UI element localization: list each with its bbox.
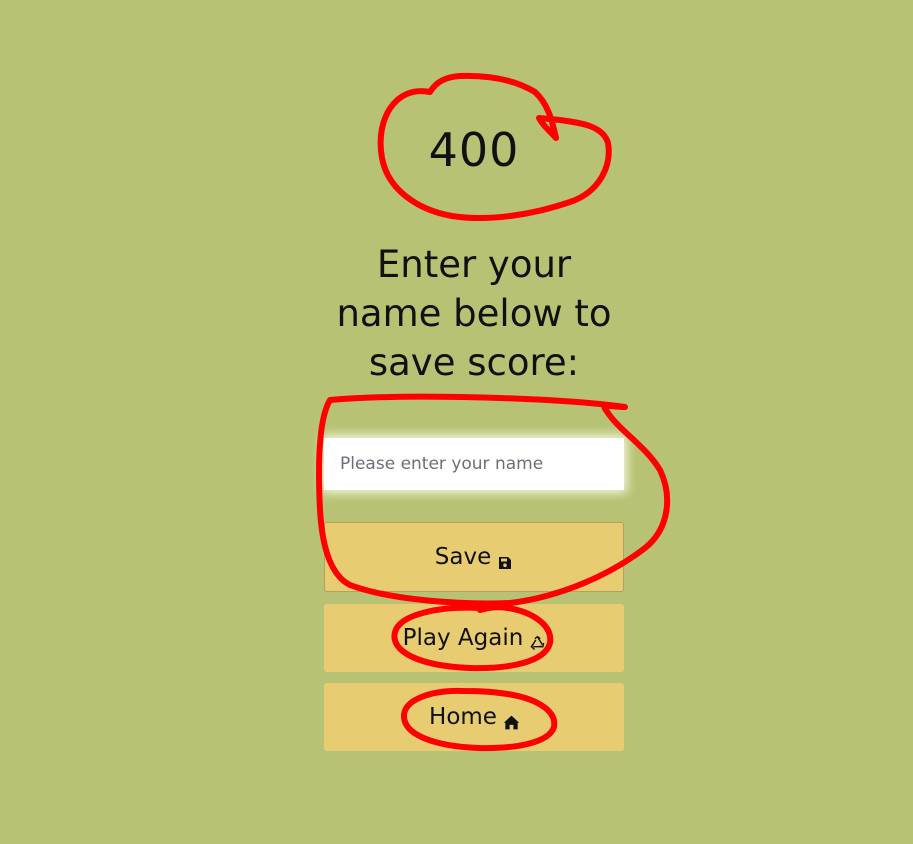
play-again-button[interactable]: Play Again	[324, 604, 624, 672]
save-button-label: Save	[434, 544, 492, 570]
name-input[interactable]	[324, 438, 624, 490]
home-button-label: Home	[429, 704, 497, 730]
recycle-icon	[529, 632, 545, 650]
play-again-button-label: Play Again	[402, 625, 524, 651]
save-score-prompt: Enter your name below to save score:	[336, 243, 612, 384]
home-icon	[503, 711, 520, 730]
final-score: 400	[428, 123, 520, 177]
home-button[interactable]: Home	[324, 683, 624, 751]
floppy-disk-icon	[497, 551, 513, 569]
save-button[interactable]: Save	[324, 522, 624, 592]
